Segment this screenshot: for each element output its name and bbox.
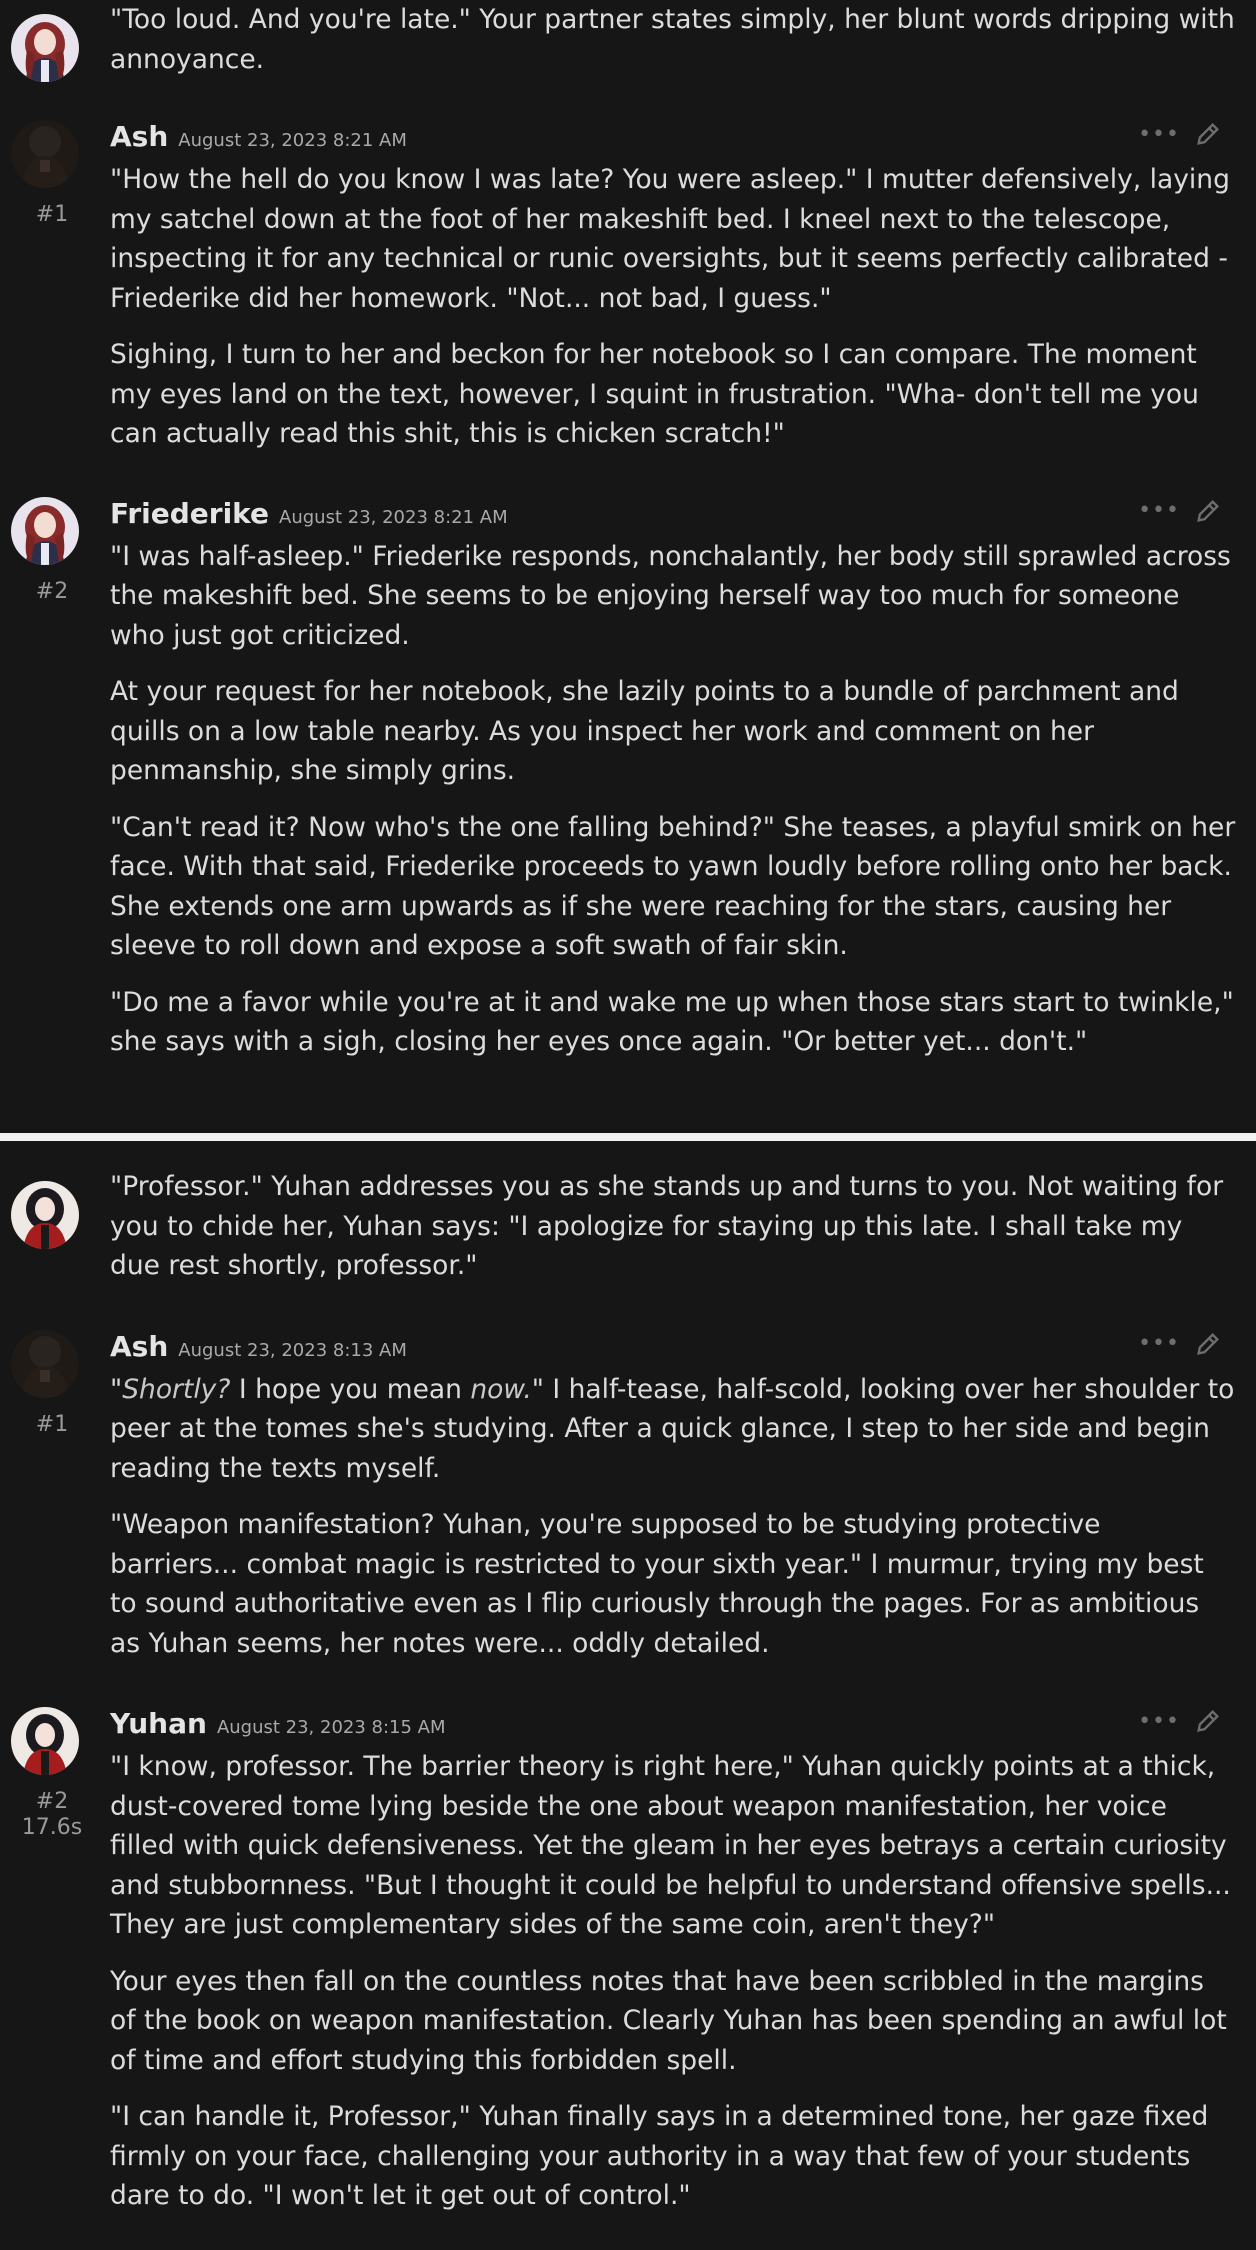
pencil-icon[interactable] (1194, 1707, 1222, 1735)
more-dots-icon[interactable]: ••• (1138, 1709, 1180, 1734)
text-run: I hope you mean (230, 1373, 471, 1405)
sender-name: Friederike (110, 496, 270, 530)
message-timestamp: August 23, 2023 8:15 AM (216, 1717, 446, 1738)
message-text: Sighing, I turn to her and beckon for he… (110, 339, 1199, 449)
message-text: "Professor." Yuhan addresses you as she … (110, 1171, 1224, 1281)
message-text: "I can handle it, Professor," Yuhan fina… (110, 2101, 1209, 2211)
message-text: Your eyes then fall on the countless not… (110, 1965, 1227, 2076)
ash-avatar[interactable] (11, 1329, 79, 1398)
message-header: Yuhan August 23, 2023 8:15 AM ••• (110, 1707, 1236, 1747)
yuhan-avatar[interactable] (11, 1707, 79, 1775)
pencil-icon[interactable] (1194, 1330, 1222, 1358)
message-text: "How the hell do you know I was late? Yo… (110, 164, 1230, 314)
sender-name: Yuhan (110, 1707, 207, 1740)
ash-avatar[interactable] (11, 120, 79, 188)
sender-name: Ash (110, 120, 169, 153)
yuhan-avatar[interactable] (11, 1181, 79, 1249)
message-text: "Do me a favor while you're at it and wa… (110, 986, 1234, 1058)
emphasis-text: Shortly? (122, 1373, 231, 1405)
chat-panel-yuhan: "Professor." Yuhan addresses you as she … (0, 1141, 1256, 2250)
message-user-ash: #1 Ash August 23, 2023 8:21 AM ••• "How … (0, 120, 1256, 454)
message-user-ash: #1 Ash August 23, 2023 8:13 AM ••• "Shor… (0, 1329, 1256, 1664)
message-header: Friederike August 23, 2023 8:21 AM ••• (110, 497, 1236, 537)
more-dots-icon[interactable]: ••• (1138, 1331, 1180, 1356)
message-character-yuhan: #2 17.6s Yuhan August 23, 2023 8:15 AM •… (0, 1707, 1256, 2216)
sender-name: Ash (110, 1329, 169, 1363)
message-header: Ash August 23, 2023 8:13 AM ••• (110, 1330, 1236, 1370)
screenshot-divider (0, 1133, 1256, 1141)
message-header: Ash August 23, 2023 8:21 AM ••• (110, 120, 1236, 160)
message-timestamp: August 23, 2023 8:21 AM (178, 130, 407, 151)
message-text: At your request for her notebook, she la… (110, 676, 1179, 786)
generation-time: 17.6s (21, 1815, 83, 1840)
message-text: "I know, professor. The barrier theory i… (110, 1751, 1231, 1940)
more-dots-icon[interactable]: ••• (1138, 498, 1180, 523)
message-actions: ••• (1138, 1330, 1222, 1358)
message-index: #1 (35, 1411, 69, 1437)
message-text: "Too loud. And you're late." Your partne… (110, 4, 1235, 75)
more-dots-icon[interactable]: ••• (1138, 122, 1180, 147)
message-timestamp: August 23, 2023 8:21 AM (279, 506, 508, 528)
message-index: #2 (35, 1789, 69, 1814)
message-character-friederike: #2 Friederike August 23, 2023 8:21 AM ••… (0, 496, 1256, 1062)
message-text: "Shortly? I hope you mean now." I half-t… (110, 1370, 1236, 1489)
text-run: " (110, 1373, 123, 1405)
message-text: "I was half-asleep." Friederike responds… (110, 540, 1231, 651)
pencil-icon[interactable] (1194, 120, 1222, 148)
message-character-intro: "Professor." Yuhan addresses you as she … (0, 1141, 1256, 1286)
friederike-avatar[interactable] (11, 14, 79, 82)
message-text: "Can't read it? Now who's the one fallin… (110, 811, 1236, 962)
message-actions: ••• (1138, 497, 1222, 525)
message-timestamp: August 23, 2023 8:13 AM (178, 1339, 407, 1361)
message-index: #1 (35, 202, 69, 227)
message-character-intro: "Too loud. And you're late." Your partne… (0, 0, 1256, 82)
message-text: "Weapon manifestation? Yuhan, you're sup… (110, 1509, 1204, 1659)
pencil-icon[interactable] (1194, 497, 1222, 525)
friederike-avatar[interactable] (11, 496, 79, 565)
message-index: #2 (35, 578, 69, 604)
chat-panel-friederike: "Too loud. And you're late." Your partne… (0, 0, 1256, 1133)
emphasis-text: now. (470, 1373, 532, 1405)
message-actions: ••• (1138, 1707, 1222, 1735)
message-actions: ••• (1138, 120, 1222, 148)
